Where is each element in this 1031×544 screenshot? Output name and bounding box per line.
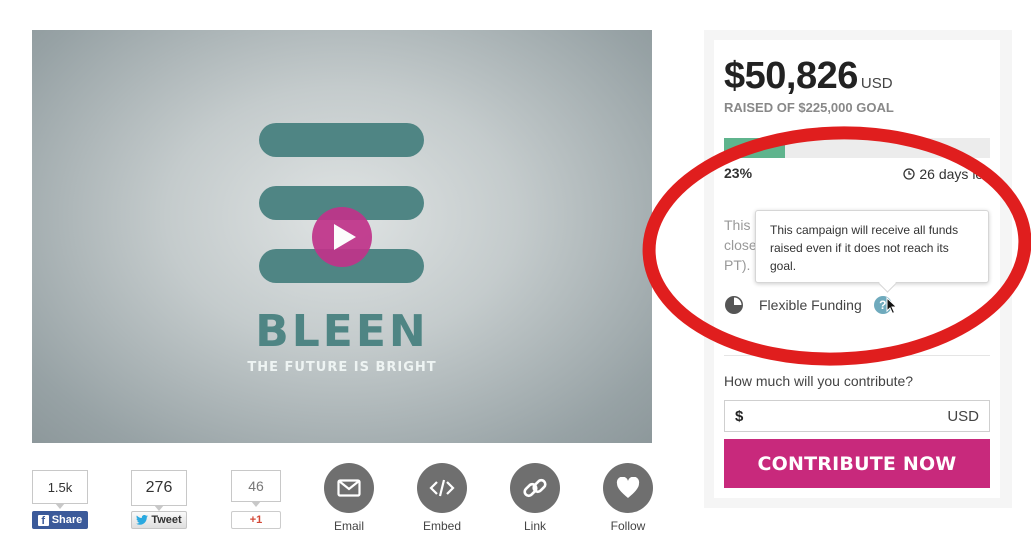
panel-divider xyxy=(724,355,990,356)
link-disc xyxy=(510,463,560,513)
funding-percent: 23% xyxy=(724,165,753,181)
contribute-question: How much will you contribute? xyxy=(724,373,914,389)
facebook-share-button[interactable]: f Share xyxy=(32,511,88,529)
follow-button[interactable]: Follow xyxy=(598,463,658,533)
google-plus-icon: +1 xyxy=(249,514,263,526)
flexible-funding-tooltip: This campaign will receive all funds rai… xyxy=(755,210,989,283)
funding-progress-bar xyxy=(724,138,990,158)
googleplus-button[interactable]: +1 xyxy=(231,511,281,529)
follow-label: Follow xyxy=(610,519,646,533)
facebook-share-label: Share xyxy=(51,514,83,526)
brand-logo-text: BLEEN xyxy=(255,306,429,357)
facebook-icon: f xyxy=(37,514,49,527)
googleplus-count: 46 xyxy=(231,470,281,507)
tweet-count: 276 xyxy=(131,470,187,511)
tweet-label: Tweet xyxy=(151,514,182,526)
email-button[interactable]: Email xyxy=(319,463,379,533)
chain-link-icon xyxy=(523,478,547,498)
link-button[interactable]: Link xyxy=(505,463,565,533)
code-icon xyxy=(429,479,455,497)
flexible-funding-row: Flexible Funding ? xyxy=(724,295,892,315)
campaign-video[interactable]: BLEEN THE FUTURE IS BRIGHT xyxy=(32,30,652,443)
days-left-text: 26 days left xyxy=(919,166,991,182)
amount-currency: USD xyxy=(860,75,893,92)
twitter-bird-icon xyxy=(136,515,149,525)
flexible-funding-label: Flexible Funding xyxy=(759,297,862,313)
pie-chart-icon xyxy=(725,296,743,314)
embed-disc xyxy=(417,463,467,513)
contribute-now-button[interactable]: CONTRIBUTE NOW xyxy=(724,439,990,488)
dollar-prefix: $ xyxy=(735,407,744,425)
tweet-button[interactable]: Tweet xyxy=(131,511,187,529)
contribution-amount-input[interactable] xyxy=(749,401,942,431)
play-icon xyxy=(333,224,356,250)
clock-icon xyxy=(903,168,916,180)
contribution-amount-field[interactable]: $ USD xyxy=(724,400,990,432)
funding-progress-fill xyxy=(724,138,786,158)
twitter-share[interactable]: 276 Tweet xyxy=(131,470,187,529)
goal-text: RAISED OF $225,000 GOAL xyxy=(724,100,894,115)
embed-label: Embed xyxy=(422,519,462,533)
logo-bar-top xyxy=(259,123,424,157)
currency-suffix: USD xyxy=(947,407,979,425)
brand-tagline: THE FUTURE IS BRIGHT xyxy=(247,360,437,375)
days-left: 26 days left xyxy=(903,166,991,182)
follow-disc xyxy=(603,463,653,513)
link-label: Link xyxy=(523,519,546,533)
envelope-icon xyxy=(337,479,361,497)
amount-raised: $50,826 USD xyxy=(724,55,893,98)
facebook-share-count: 1.5k xyxy=(32,470,88,509)
amount-value: $50,826 xyxy=(724,55,858,97)
embed-button[interactable]: Embed xyxy=(412,463,472,533)
mouse-pointer-icon xyxy=(886,297,898,315)
heart-icon xyxy=(616,477,640,498)
email-disc xyxy=(324,463,374,513)
facebook-share[interactable]: 1.5k f Share xyxy=(32,470,88,529)
email-label: Email xyxy=(333,519,364,533)
play-button[interactable] xyxy=(312,207,372,267)
googleplus-share[interactable]: 46 +1 xyxy=(231,470,281,529)
